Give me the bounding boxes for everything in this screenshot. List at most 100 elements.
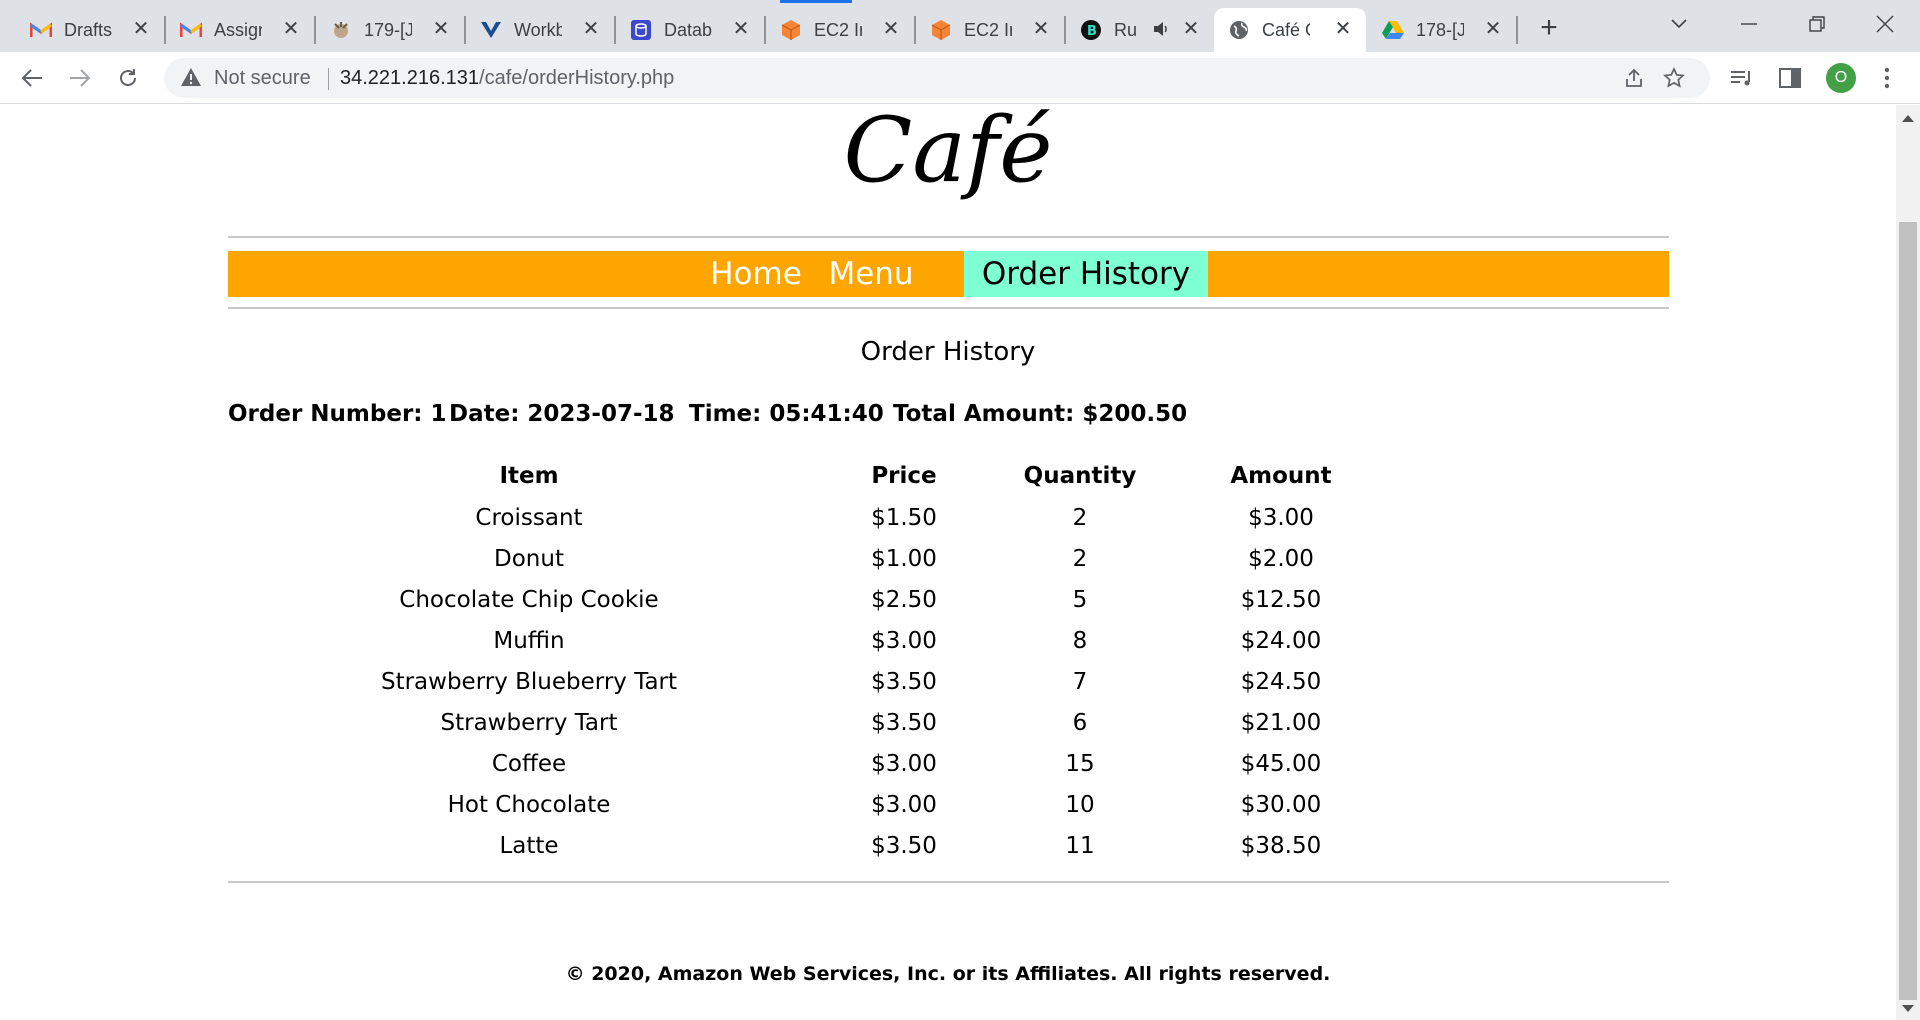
back-button[interactable]: [14, 60, 50, 96]
forward-button[interactable]: [62, 60, 98, 96]
nav-link-order-history[interactable]: Order History: [964, 251, 1208, 297]
tab-title: 179-[JA: [364, 19, 412, 40]
tab-title: Café O: [1262, 19, 1310, 40]
warning-icon[interactable]: [180, 67, 202, 91]
site-title: Café: [843, 105, 1053, 203]
omnibox-divider: [328, 68, 329, 90]
minimize-button[interactable]: [1724, 4, 1774, 44]
new-tab-button[interactable]: +: [1532, 12, 1566, 46]
reload-button[interactable]: [110, 60, 146, 96]
cell-price: $3.00: [871, 792, 937, 818]
divider: [228, 307, 1669, 309]
close-icon[interactable]: ✕: [580, 18, 602, 40]
cell-item: Latte: [499, 833, 559, 859]
cell-item: Donut: [494, 546, 564, 572]
order-time: Time: 05:41:40: [689, 401, 884, 427]
cell-price: $1.00: [871, 546, 937, 572]
nav-link-menu[interactable]: Menu: [814, 251, 928, 297]
ec2-icon: [930, 19, 952, 41]
close-window-button[interactable]: [1860, 4, 1910, 44]
drive-icon: [1382, 19, 1404, 41]
tab-title: Database: [664, 19, 712, 40]
speaker-icon[interactable]: [1152, 20, 1170, 42]
close-icon[interactable]: ✕: [880, 18, 902, 40]
cell-amount: $45.00: [1240, 751, 1322, 777]
reload-icon: [120, 69, 136, 86]
security-status-label[interactable]: Not secure: [214, 67, 311, 90]
tab-run[interactable]: B Ru ✕: [1066, 8, 1214, 52]
vertical-scrollbar[interactable]: [1896, 105, 1920, 1020]
tab-cafe[interactable]: Café O ✕: [1214, 8, 1366, 52]
tab-ec2-instances[interactable]: EC2 Instances ✕: [766, 8, 914, 52]
url-host: 34.221.216.131: [340, 67, 480, 89]
close-icon[interactable]: ✕: [130, 18, 152, 40]
scrollbar-thumb[interactable]: [1899, 222, 1917, 1000]
tab-title: Drafts: [64, 19, 112, 40]
cell-price: $2.50: [871, 587, 937, 613]
tab-course[interactable]: 179-[JA ✕: [316, 8, 464, 52]
tab-title: EC2 Instances: [814, 19, 862, 40]
bookmark-button[interactable]: [1660, 64, 1688, 92]
tab-assignment[interactable]: Assignment ✕: [166, 8, 314, 52]
media-controls-button[interactable]: [1724, 60, 1760, 96]
close-icon: [1876, 15, 1894, 33]
svg-text:B: B: [1087, 24, 1097, 39]
media-queue-icon: [1731, 71, 1750, 86]
section-heading: Order History: [860, 337, 1036, 367]
scroll-down-arrow-icon[interactable]: [1902, 1005, 1914, 1012]
cell-item: Coffee: [491, 751, 567, 777]
cell-quantity: 10: [1065, 792, 1095, 818]
cell-item: Chocolate Chip Cookie: [399, 587, 659, 613]
scroll-up-arrow-icon[interactable]: [1902, 115, 1914, 122]
gmail-icon: [30, 19, 52, 41]
address-bar[interactable]: Not secure 34.221.216.131/cafe/orderHist…: [164, 58, 1710, 98]
close-icon[interactable]: ✕: [430, 18, 452, 40]
restore-button[interactable]: [1792, 4, 1842, 44]
cell-price: $1.50: [871, 505, 937, 531]
url-path: /cafe/orderHistory.php: [479, 67, 675, 89]
cell-quantity: 6: [1072, 710, 1088, 736]
tab-drive[interactable]: 178-[JA ✕: [1368, 8, 1516, 52]
b-logo-icon: B: [1080, 19, 1102, 41]
tab-ec2-instances-2[interactable]: EC2 Instances ✕: [916, 8, 1064, 52]
cell-item: Strawberry Tart: [440, 710, 618, 736]
side-panel-button[interactable]: [1772, 60, 1808, 96]
page-content: Café Home Menu Order History Order Histo…: [0, 105, 1896, 1020]
close-icon[interactable]: ✕: [280, 18, 302, 40]
browser-menu-button[interactable]: [1870, 60, 1904, 96]
tab-workbench[interactable]: Workbench ✕: [466, 8, 614, 52]
order-date: Date: 2023-07-18: [449, 401, 675, 427]
cell-quantity: 11: [1065, 833, 1095, 859]
cell-item: Croissant: [475, 505, 583, 531]
share-button[interactable]: [1620, 64, 1648, 92]
column-header-quantity: Quantity: [1023, 463, 1137, 489]
tab-drafts[interactable]: Drafts ✕: [16, 8, 164, 52]
close-icon[interactable]: ✕: [1482, 18, 1504, 40]
course-icon: [330, 19, 352, 41]
cell-amount: $2.00: [1248, 546, 1314, 572]
divider: [228, 236, 1669, 238]
url-text[interactable]: 34.221.216.131/cafe/orderHistory.php: [340, 67, 674, 90]
close-icon[interactable]: ✕: [730, 18, 752, 40]
footer-copyright: © 2020, Amazon Web Services, Inc. or its…: [565, 963, 1331, 985]
column-header-price: Price: [871, 463, 937, 489]
cell-price: $3.00: [871, 751, 937, 777]
tab-database[interactable]: Database ✕: [616, 8, 764, 52]
cell-price: $3.50: [871, 669, 937, 695]
tab-title: Ru: [1114, 19, 1138, 40]
tab-loading-indicator: [780, 0, 852, 3]
close-icon[interactable]: ✕: [1180, 18, 1202, 40]
restore-icon: [1809, 16, 1825, 32]
site-nav: Home Menu Order History: [228, 251, 1669, 297]
tab-separator: [1516, 16, 1518, 44]
divider: [228, 881, 1669, 883]
arrow-left-icon: [21, 69, 42, 87]
close-icon[interactable]: ✕: [1332, 18, 1354, 40]
tab-search-button[interactable]: [1654, 4, 1704, 44]
star-icon: [1663, 67, 1685, 88]
profile-avatar[interactable]: O: [1826, 63, 1856, 93]
nav-link-home[interactable]: Home: [698, 251, 814, 297]
cell-amount: $21.00: [1240, 710, 1322, 736]
close-icon[interactable]: ✕: [1030, 18, 1052, 40]
cell-amount: $30.00: [1240, 792, 1322, 818]
